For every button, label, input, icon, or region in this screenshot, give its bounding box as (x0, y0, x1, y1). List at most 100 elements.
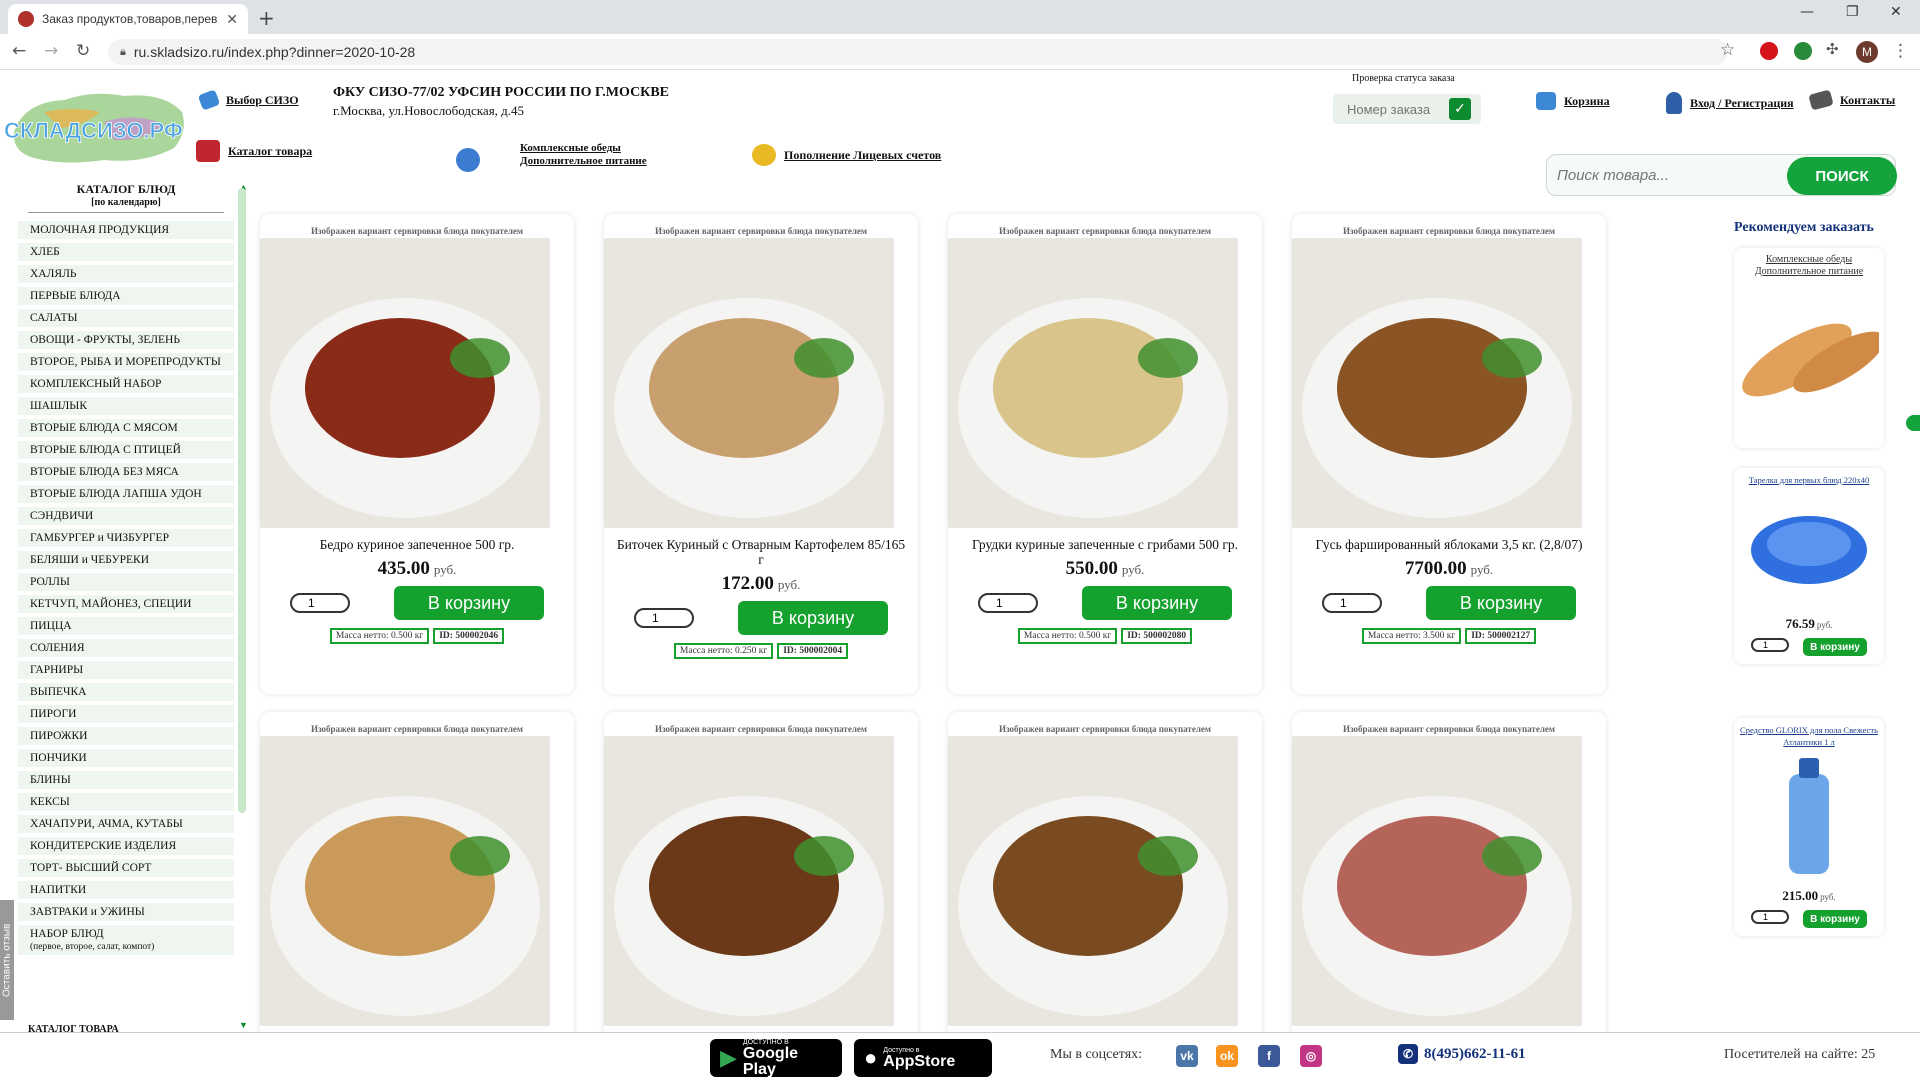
sidebar-item[interactable]: РОЛЛЫ (18, 573, 234, 591)
product-photo[interactable] (1292, 736, 1582, 1026)
product-name[interactable]: Биточек Куриный с Отварным Картофелем 85… (604, 533, 918, 567)
sidebar-item[interactable]: КОМПЛЕКСНЫЙ НАБОР (18, 375, 234, 393)
browser-menu-icon[interactable]: ⋮ (1892, 41, 1909, 61)
sidebar-item[interactable]: ШАШЛЫК (18, 397, 234, 415)
product-photo[interactable] (1292, 238, 1582, 528)
back-icon[interactable]: ← (12, 41, 26, 61)
contacts-link[interactable]: Контакты (1808, 89, 1895, 111)
add-to-cart-button[interactable]: В корзину (394, 586, 544, 620)
bookmark-star-icon[interactable]: ☆ (1720, 40, 1735, 60)
sidebar-item[interactable]: ВТОРЫЕ БЛЮДА С МЯСОМ (18, 419, 234, 437)
vk-icon[interactable]: vk (1176, 1045, 1198, 1067)
address-bar[interactable]: 🔒︎ ru.skladsizo.ru/index.php?dinner=2020… (108, 39, 1728, 65)
product-card[interactable]: Изображен вариант сервировки блюда покуп… (604, 712, 918, 1052)
sidebar-item[interactable]: ВЫПЕЧКА (18, 683, 234, 701)
sidebar-item[interactable]: ВТОРЫЕ БЛЮДА БЕЗ МЯСА (18, 463, 234, 481)
cart-link[interactable]: Корзина (1536, 92, 1610, 110)
quantity-input[interactable] (634, 608, 694, 628)
new-tab-icon[interactable]: + (258, 6, 275, 30)
facebook-icon[interactable]: f (1258, 1045, 1280, 1067)
search-button[interactable]: ПОИСК (1787, 157, 1897, 195)
catalog-link[interactable]: Каталог товара (196, 140, 312, 162)
shield-extension-icon[interactable] (1794, 42, 1812, 60)
restore-icon[interactable]: ❐ (1846, 4, 1859, 20)
recommend-banner-link[interactable]: Комплексные обеды Дополнительное питание (1734, 248, 1884, 278)
product-photo[interactable] (604, 238, 894, 528)
sidebar-item[interactable]: ПЕРВЫЕ БЛЮДА (18, 287, 234, 305)
reload-icon[interactable]: ↻ (76, 41, 90, 61)
close-window-icon[interactable]: ✕ (1890, 4, 1902, 20)
recommend-banner[interactable]: Комплексные обеды Дополнительное питание (1734, 248, 1884, 448)
feedback-tab[interactable]: Оставить отзыв (0, 900, 14, 1020)
sidebar-item[interactable]: ЗАВТРАКИ и УЖИНЫ (18, 903, 234, 921)
product-name[interactable]: Грудки куриные запеченные с грибами 500 … (948, 533, 1262, 552)
product-card[interactable]: Изображен вариант сервировки блюда покуп… (604, 214, 918, 694)
recommend-item-name[interactable]: Средство GLORIX для пола Свежесть Атлант… (1734, 718, 1884, 748)
sidebar-item[interactable]: ХАЛЯЛЬ (18, 265, 234, 283)
sidebar-item[interactable]: ОВОЩИ - ФРУКТЫ, ЗЕЛЕНЬ (18, 331, 234, 349)
add-to-cart-button[interactable]: В корзину (1426, 586, 1576, 620)
side-widget-tab[interactable] (1906, 415, 1920, 431)
product-photo[interactable] (948, 736, 1238, 1026)
sidebar-item[interactable]: КОНДИТЕРСКИЕ ИЗДЕЛИЯ (18, 837, 234, 855)
sidebar-item[interactable]: НАПИТКИ (18, 881, 234, 899)
product-card[interactable]: Изображен вариант сервировки блюда покуп… (260, 712, 574, 1052)
add-to-cart-button[interactable]: В корзину (738, 601, 888, 635)
appstore-button[interactable]: ● Доступно в AppStore (854, 1039, 992, 1077)
sidebar-item[interactable]: СОЛЕНИЯ (18, 639, 234, 657)
sidebar-item[interactable]: КЕТЧУП, МАЙОНЕЗ, СПЕЦИИ (18, 595, 234, 613)
site-logo[interactable]: СКЛАДСИЗО.РФ (4, 82, 190, 172)
product-card[interactable]: Изображен вариант сервировки блюда покуп… (948, 214, 1262, 694)
sidebar-item[interactable]: БЛИНЫ (18, 771, 234, 789)
sidebar-item[interactable]: ХЛЕБ (18, 243, 234, 261)
google-play-button[interactable]: ▶ ДОСТУПНО В Google Play (710, 1039, 842, 1077)
recommend-add-button[interactable]: В корзину (1803, 638, 1867, 656)
sidebar-item[interactable]: ПИРОГИ (18, 705, 234, 723)
select-sizo-link[interactable]: Выбор СИЗО (197, 89, 299, 111)
topup-link[interactable]: Пополнение Лицевых счетов (752, 144, 941, 166)
instagram-icon[interactable]: ◎ (1300, 1045, 1322, 1067)
check-status-button[interactable]: ✓ (1449, 98, 1471, 120)
sidebar-item[interactable]: ПИРОЖКИ (18, 727, 234, 745)
recommend-item-name[interactable]: Тарелка для первых блюд 220х40 (1734, 468, 1884, 486)
sidebar-item-set-menu[interactable]: НАБОР БЛЮД (первое, второе, салат, компо… (18, 925, 234, 955)
recommend-item[interactable]: Тарелка для первых блюд 220х40 76.59руб. В… (1734, 468, 1884, 664)
quantity-input[interactable] (290, 593, 350, 613)
recommend-qty-input[interactable] (1751, 638, 1789, 652)
sidebar-item[interactable]: КЕКСЫ (18, 793, 234, 811)
sidebar-item[interactable]: САЛАТЫ (18, 309, 234, 327)
product-card[interactable]: Изображен вариант сервировки блюда покуп… (260, 214, 574, 694)
sidebar-item[interactable]: ВТОРОЕ, РЫБА И МОРЕПРОДУКТЫ (18, 353, 234, 371)
browser-tab[interactable]: Заказ продуктов,товаров,перев ✕ (8, 4, 248, 34)
sidebar-item[interactable]: ГАРНИРЫ (18, 661, 234, 679)
sidebar-item[interactable]: ВТОРЫЕ БЛЮДА С ПТИЦЕЙ (18, 441, 234, 459)
product-card[interactable]: Изображен вариант сервировки блюда покуп… (1292, 712, 1606, 1052)
recommend-item[interactable]: Средство GLORIX для пола Свежесть Атлант… (1734, 718, 1884, 936)
minimize-icon[interactable]: — (1800, 4, 1814, 20)
product-photo[interactable] (604, 736, 894, 1026)
sidebar-item[interactable]: ГАМБУРГЕР и ЧИЗБУРГЕР (18, 529, 234, 547)
sidebar-item[interactable]: БЕЛЯШИ и ЧЕБУРЕКИ (18, 551, 234, 569)
sidebar-item[interactable]: ПИЦЦА (18, 617, 234, 635)
opera-extension-icon[interactable] (1760, 42, 1778, 60)
login-link[interactable]: Вход / Регистрация (1666, 92, 1794, 114)
quantity-input[interactable] (978, 593, 1038, 613)
product-name[interactable]: Гусь фаршированный яблоками 3,5 кг. (2,8… (1292, 533, 1606, 552)
quantity-input[interactable] (1322, 593, 1382, 613)
complex-meals-link[interactable]: Комплексные обеды Дополнительное питание (520, 142, 647, 167)
sidebar-item[interactable]: ВТОРЫЕ БЛЮДА ЛАПША УДОН (18, 485, 234, 503)
recommend-add-button[interactable]: В корзину (1803, 910, 1867, 928)
product-photo[interactable] (260, 238, 550, 528)
sidebar-scrollbar[interactable] (238, 188, 246, 813)
sidebar-item[interactable]: СЭНДВИЧИ (18, 507, 234, 525)
sidebar-item[interactable]: МОЛОЧНАЯ ПРОДУКЦИЯ (18, 221, 234, 239)
search-input[interactable] (1557, 163, 1777, 187)
product-photo[interactable] (948, 238, 1238, 528)
sidebar-item[interactable]: ХАЧАПУРИ, АЧМА, КУТАБЫ (18, 815, 234, 833)
recommend-qty-input[interactable] (1751, 910, 1789, 924)
product-photo[interactable] (260, 736, 550, 1026)
product-card[interactable]: Изображен вариант сервировки блюда покуп… (948, 712, 1262, 1052)
add-to-cart-button[interactable]: В корзину (1082, 586, 1232, 620)
scroll-down-icon[interactable]: ▼ (239, 1020, 248, 1030)
order-number-input[interactable] (1333, 101, 1445, 117)
